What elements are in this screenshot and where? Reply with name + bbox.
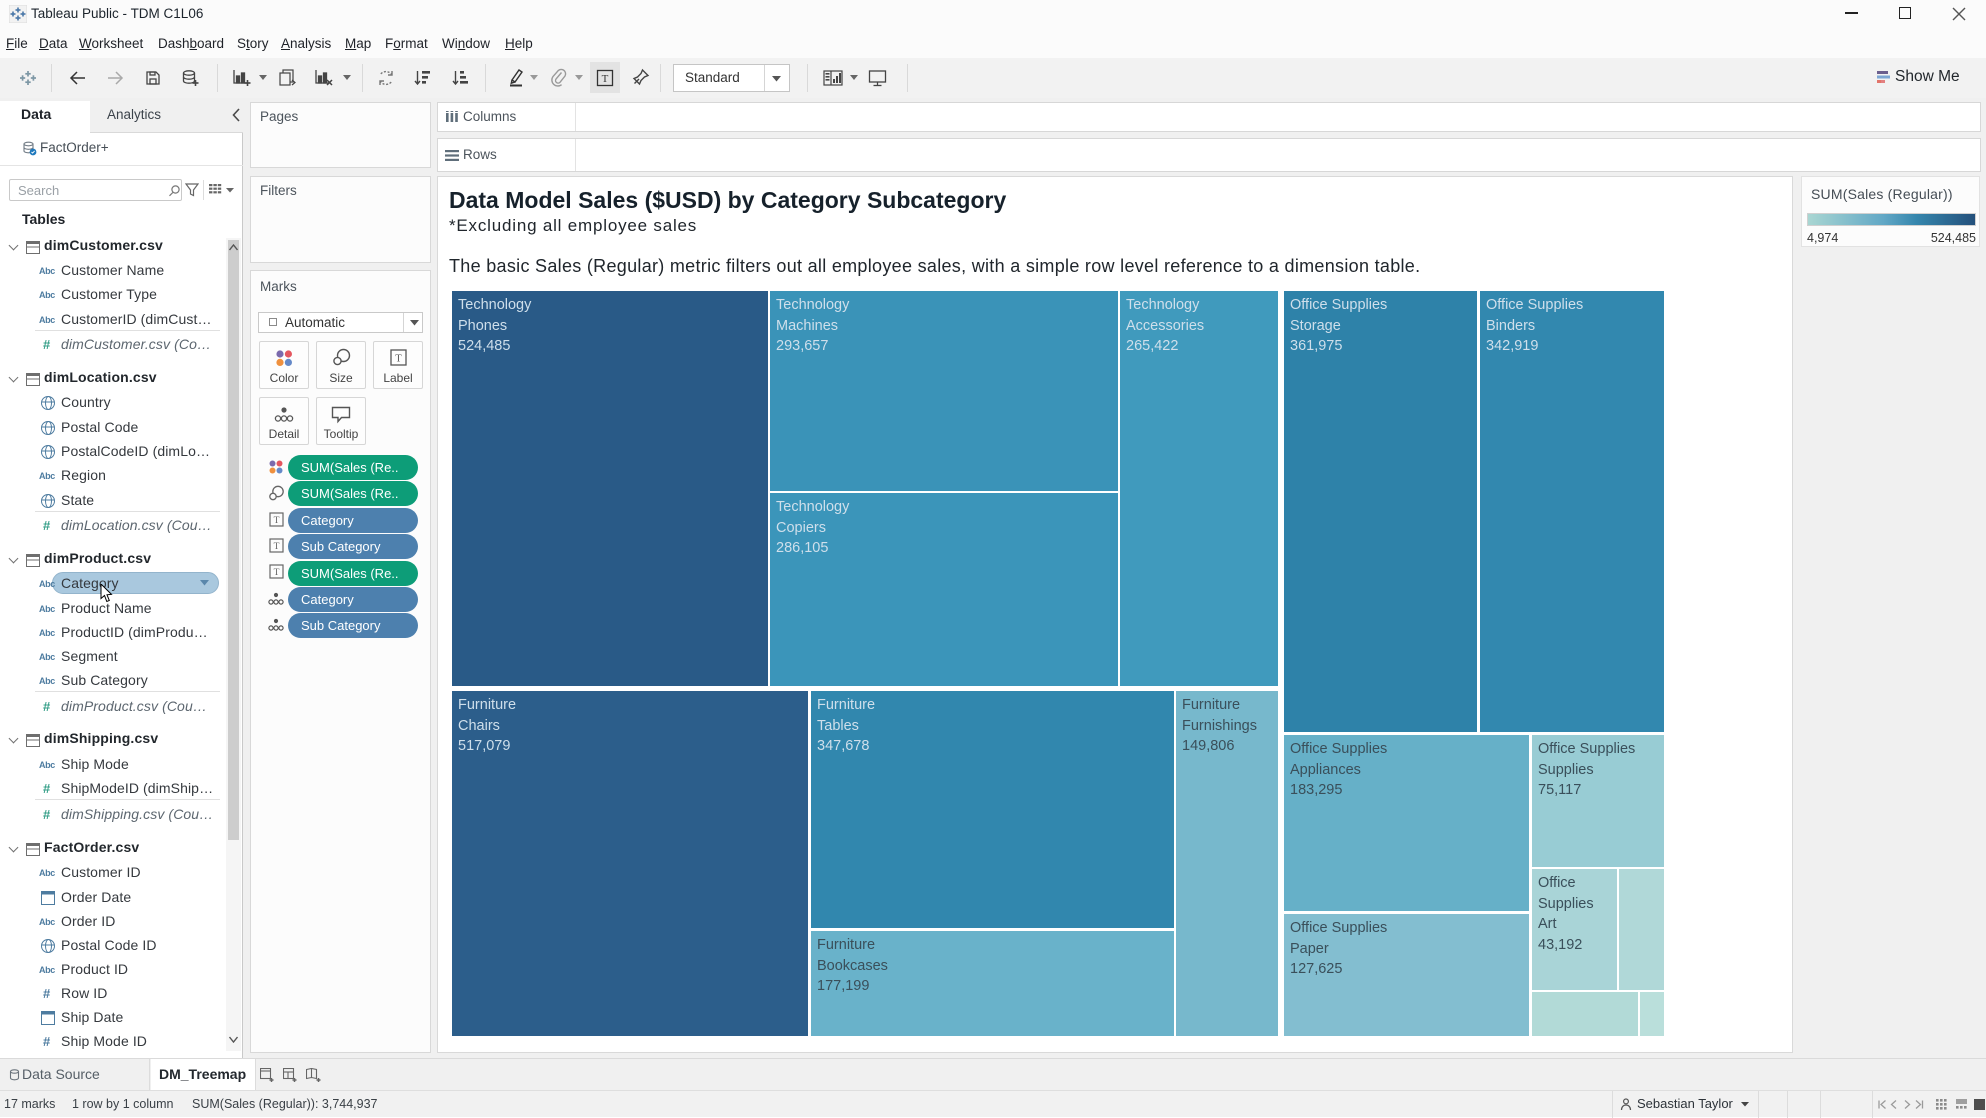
svg-text:T: T [274, 542, 280, 552]
svg-text:T: T [395, 354, 402, 365]
svg-text:T: T [274, 516, 280, 526]
svg-text:T: T [274, 568, 280, 578]
svg-text:T: T [602, 73, 609, 85]
